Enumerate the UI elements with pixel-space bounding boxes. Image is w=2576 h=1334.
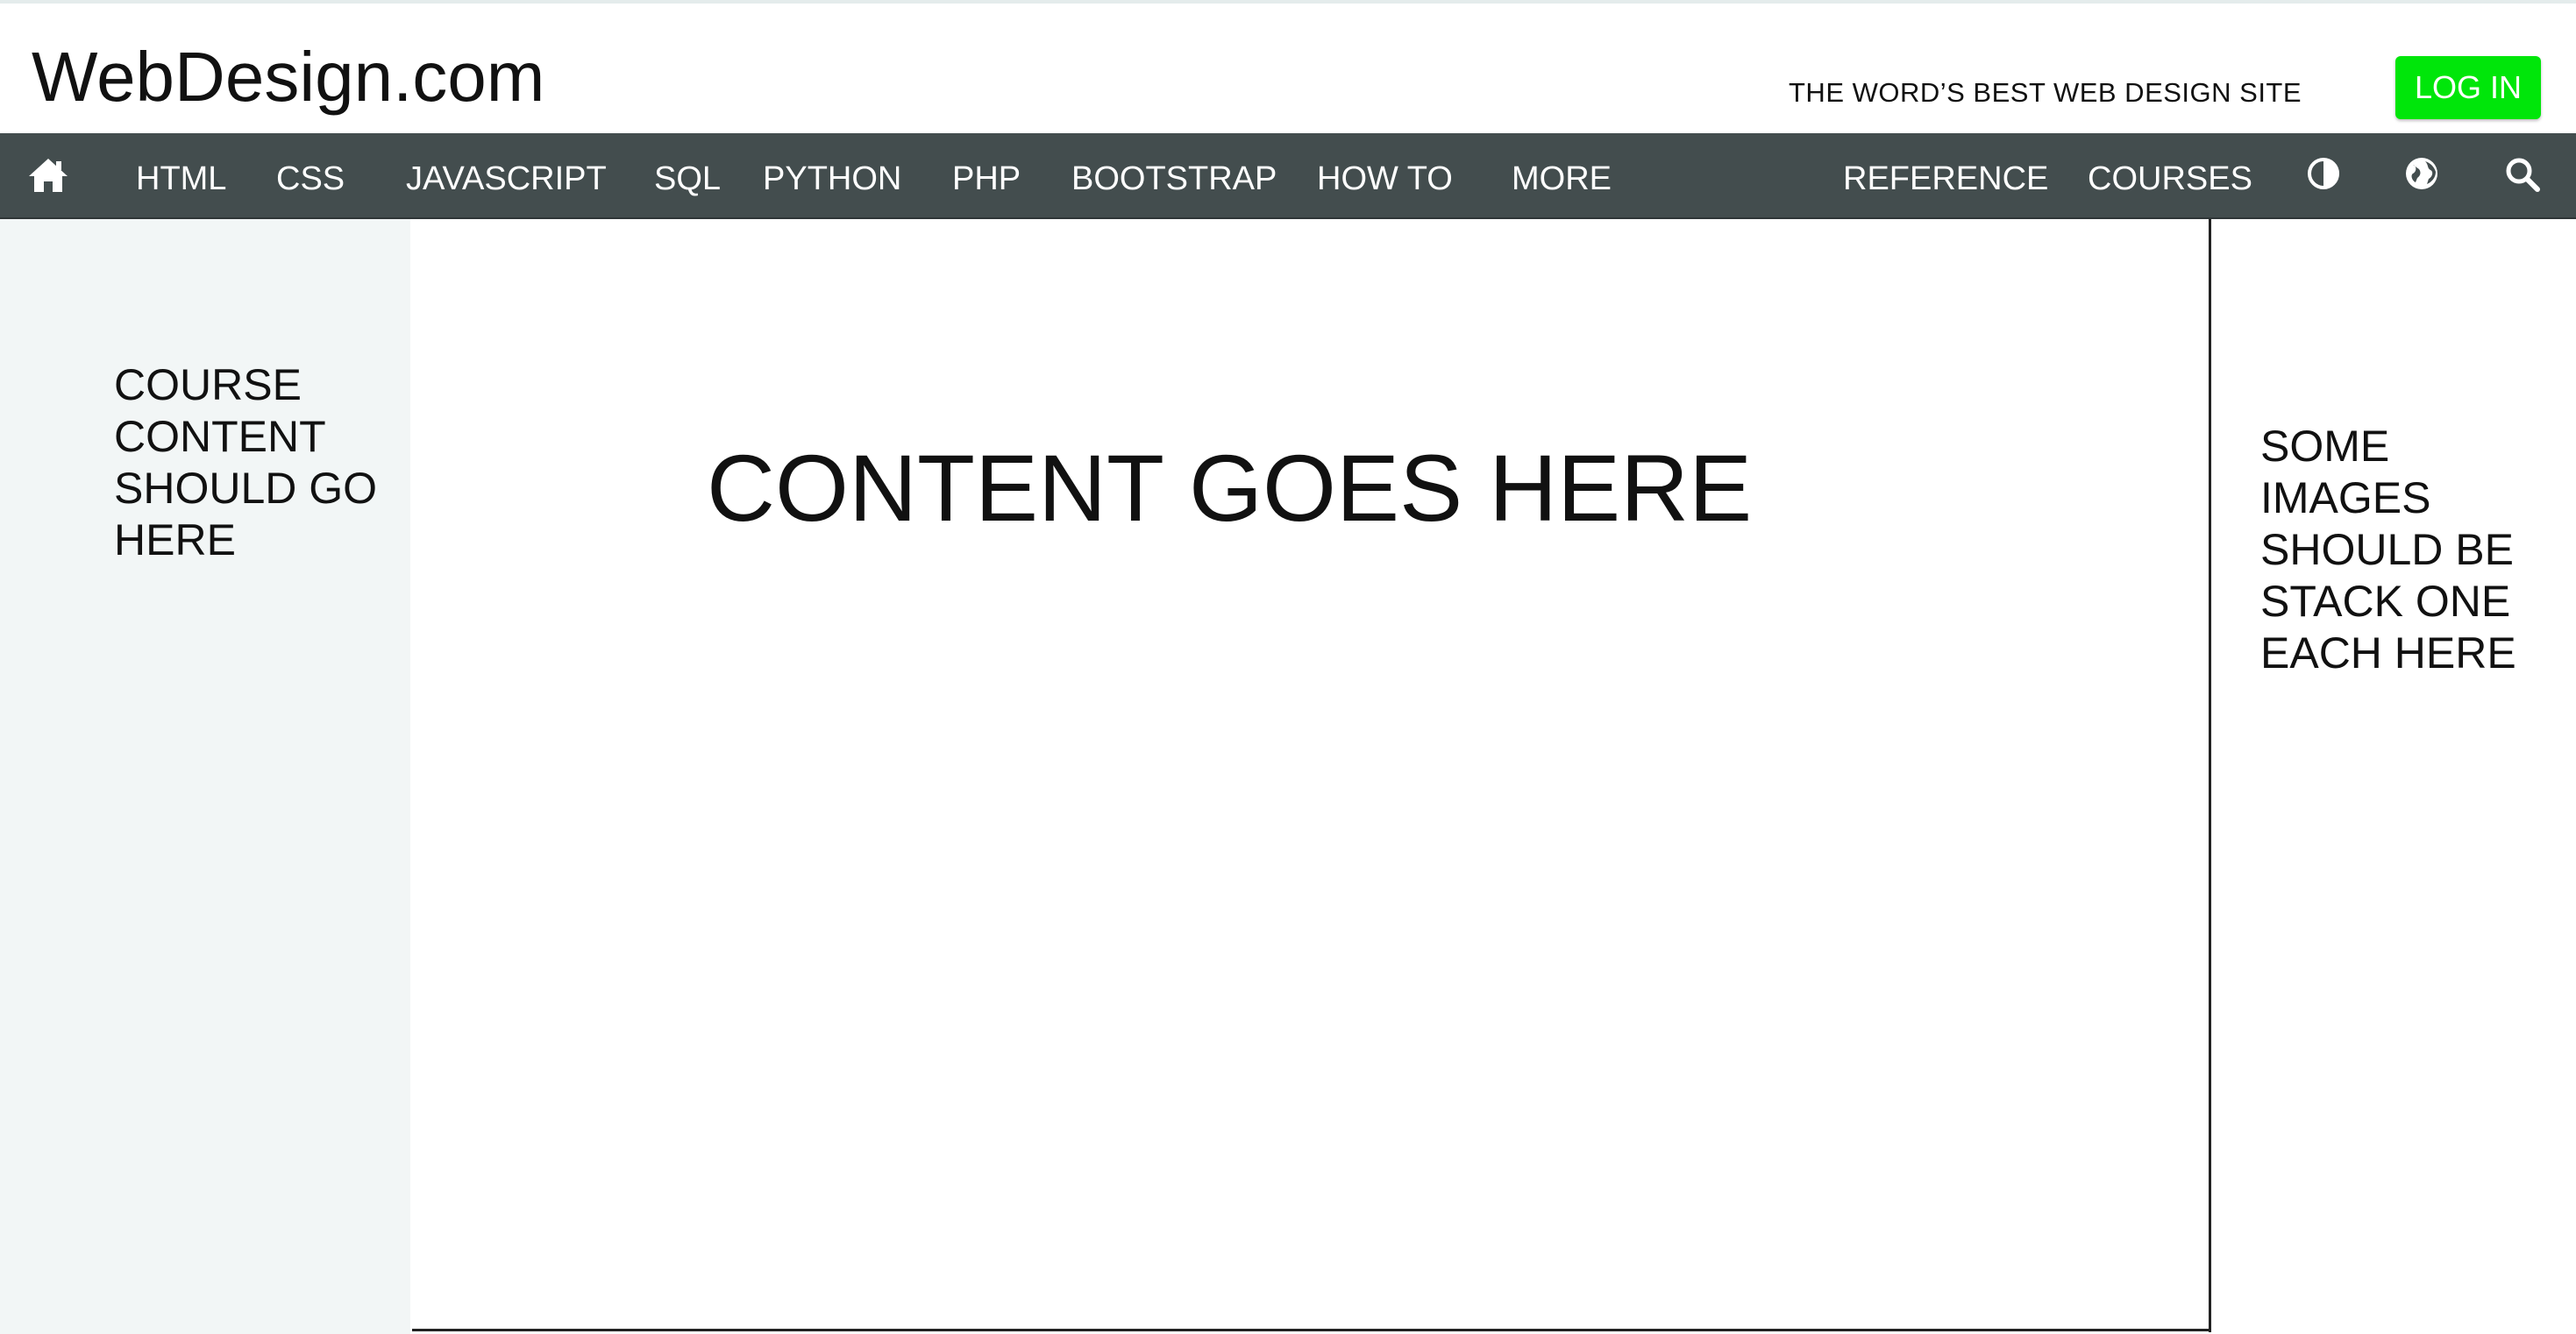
top-navbar: HTML CSS JAVASCRIPT SQL PYTHON PHP BOOTS… [0,133,2576,219]
nav-item-reference[interactable]: REFERENCE [1843,133,2048,217]
nav-item-python[interactable]: PYTHON [763,133,901,217]
left-sidebar-placeholder: COURSE CONTENT SHOULD GO HERE [114,360,378,564]
site-tagline: THE WORD’S BEST WEB DESIGN SITE [1789,77,2302,108]
top-border [0,0,2576,4]
bottom-divider [412,1329,2211,1331]
search-icon[interactable] [2504,156,2541,193]
globe-icon[interactable] [2404,156,2439,191]
site-logo[interactable]: WebDesign.com [32,35,544,119]
nav-item-how-to[interactable]: HOW TO [1317,133,1453,217]
nav-item-courses[interactable]: COURSES [2088,133,2252,217]
nav-item-css[interactable]: CSS [276,133,345,217]
nav-item-sql[interactable]: SQL [654,133,721,217]
contrast-icon[interactable] [2306,156,2341,191]
nav-item-javascript[interactable]: JAVASCRIPT [406,133,607,217]
nav-item-bootstrap[interactable]: BOOTSTRAP [1071,133,1277,217]
nav-item-more[interactable]: MORE [1512,133,1612,217]
login-button[interactable]: LOG IN [2395,56,2541,119]
right-sidebar-placeholder: SOME IMAGES SHOULD BE STACK ONE EACH HER… [2260,422,2516,678]
nav-item-php[interactable]: PHP [952,133,1021,217]
main-content-placeholder: CONTENT GOES HERE [707,435,1753,541]
right-divider [2209,219,2211,1332]
nav-item-html[interactable]: HTML [136,133,226,217]
home-icon[interactable] [26,156,70,195]
